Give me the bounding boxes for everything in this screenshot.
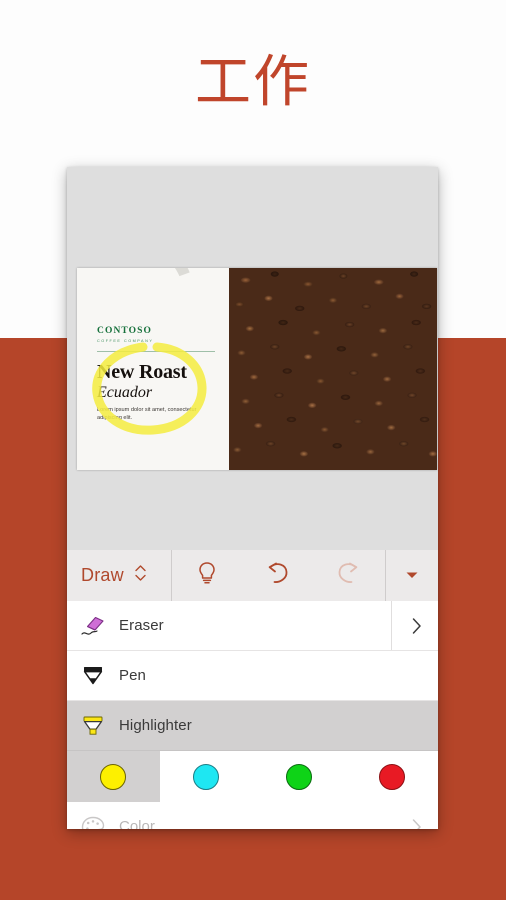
ribbon-overflow-button[interactable] <box>385 550 438 601</box>
swatch-red[interactable] <box>345 751 438 802</box>
swatch-dot-green <box>285 763 312 790</box>
swatch-dot-cyan <box>193 763 220 790</box>
row-divider <box>391 601 392 650</box>
ribbon-toolbar: Draw <box>67 550 438 602</box>
brand-name: CONTOSO <box>97 326 153 336</box>
swatch-cyan[interactable] <box>160 751 253 802</box>
ribbon-tab-label: Draw <box>81 565 124 585</box>
slide-title: New Roast <box>97 361 187 383</box>
tool-row-eraser[interactable]: Eraser <box>67 601 438 651</box>
ribbon-tab-switcher[interactable]: Draw <box>67 550 172 601</box>
slide-subtitle: Ecuador <box>97 384 153 401</box>
chevron-right-icon-color[interactable] <box>411 802 422 829</box>
chevron-right-icon[interactable] <box>411 601 422 650</box>
eraser-icon <box>67 613 119 639</box>
tool-row-pen[interactable]: Pen <box>67 651 438 701</box>
app-card: CONTOSO COFFEE COMPANY New Roast Ecuador… <box>67 167 438 829</box>
swatch-yellow[interactable] <box>67 751 160 802</box>
coffee-beans-photo <box>229 268 437 470</box>
color-swatch-row <box>67 751 438 803</box>
slide-canvas-area[interactable]: CONTOSO COFFEE COMPANY New Roast Ecuador… <box>67 167 438 550</box>
pen-tool-list: Eraser Pen Highlighter <box>67 601 438 751</box>
highlighter-icon <box>67 712 119 740</box>
tool-label-highlighter: Highlighter <box>119 717 192 734</box>
pen-icon <box>67 662 119 690</box>
tool-label-eraser: Eraser <box>119 617 164 634</box>
brand-block: CONTOSO COFFEE COMPANY <box>97 326 215 344</box>
page-title: 工作 <box>195 52 311 114</box>
redo-icon <box>336 561 362 590</box>
brand-subtitle: COFFEE COMPANY <box>97 339 154 343</box>
palette-icon <box>67 815 119 829</box>
tool-label-pen: Pen <box>119 667 146 684</box>
swatch-dot-red <box>378 763 405 790</box>
color-row-label: Color <box>119 818 155 829</box>
caret-down-icon <box>405 567 419 585</box>
color-picker-row[interactable]: Color <box>67 802 438 829</box>
chevron-up-down-icon[interactable] <box>134 562 147 589</box>
brand-divider <box>97 351 215 352</box>
slide-thumbnail[interactable]: CONTOSO COFFEE COMPANY New Roast Ecuador… <box>77 268 437 470</box>
lightbulb-icon[interactable] <box>196 560 218 591</box>
tool-row-highlighter[interactable]: Highlighter <box>67 701 438 751</box>
swatch-dot-yellow <box>100 763 127 790</box>
slide-body-text: Lorem ipsum dolor sit amet, consectetur … <box>97 407 197 422</box>
slide-left-panel: CONTOSO COFFEE COMPANY New Roast Ecuador… <box>77 268 229 470</box>
undo-icon[interactable] <box>264 561 290 590</box>
swatch-green[interactable] <box>253 751 346 802</box>
ribbon-quick-actions <box>172 550 385 601</box>
